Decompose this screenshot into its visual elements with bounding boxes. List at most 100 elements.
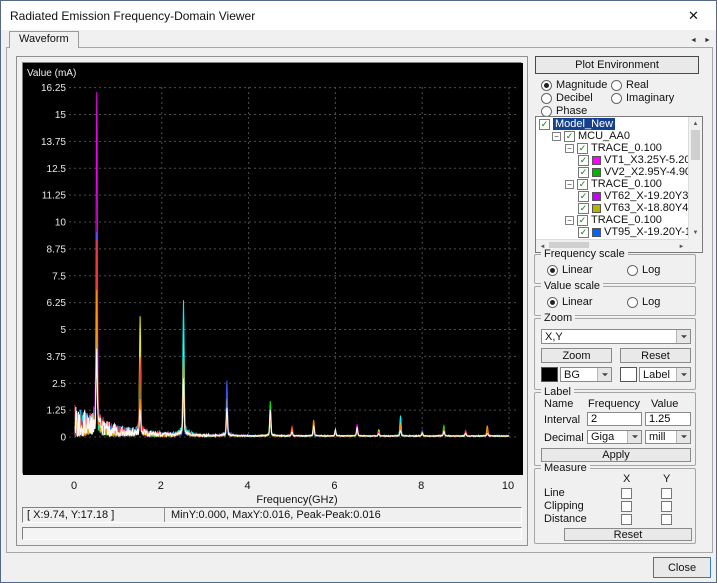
chevron-down-icon[interactable]	[597, 368, 611, 381]
value-scale-linear-radio[interactable]: Linear	[547, 296, 593, 308]
svg-text:12.5: 12.5	[47, 164, 67, 175]
tree-item-trace[interactable]: ✓ VT95_X-19.20Y-16	[536, 226, 688, 238]
tree-item-model[interactable]: ✓ Model_New	[536, 118, 688, 130]
radio-dot-icon	[611, 93, 622, 104]
dialog-window: Radiated Emission Frequency-Domain Viewe…	[0, 0, 717, 583]
zoom-mode-select[interactable]: X,Y	[541, 329, 691, 344]
frequency-scale-log-radio[interactable]: Log	[627, 264, 660, 276]
measure-distance-label: Distance	[544, 513, 587, 525]
measure-group: Measure X Y Line Clipping Distance Reset	[534, 468, 696, 544]
chevron-down-icon[interactable]	[676, 368, 690, 381]
radio-dot-icon	[547, 297, 558, 308]
bg-color-swatch[interactable]	[541, 367, 558, 382]
frequency-scale-legend: Frequency scale	[541, 248, 628, 260]
radio-dot-icon	[627, 265, 638, 276]
checkbox[interactable]: ✓	[539, 119, 550, 130]
close-button[interactable]: Close	[653, 557, 711, 578]
tab-scroll-left-button[interactable]: ◄	[687, 34, 700, 47]
measure-distance-y-checkbox[interactable]	[661, 514, 672, 525]
tree-item-trace-group[interactable]: − ✓ TRACE_0.100	[536, 178, 688, 190]
frequency-scale-linear-radio[interactable]: Linear	[547, 264, 593, 276]
measure-clipping-x-checkbox[interactable]	[621, 501, 632, 512]
label-target-select[interactable]: Label	[639, 367, 691, 382]
svg-text:11.25: 11.25	[42, 191, 67, 202]
radio-decibel[interactable]: Decibel	[541, 92, 593, 104]
svg-text:2.5: 2.5	[52, 379, 66, 390]
zoom-button[interactable]: Zoom	[541, 348, 612, 363]
spectrum-plot[interactable]: 16.251513.7512.511.25108.757.56.2553.752…	[23, 63, 523, 475]
radio-real[interactable]: Real	[611, 79, 649, 91]
checkbox[interactable]: ✓	[564, 131, 575, 142]
checkbox[interactable]: ✓	[577, 215, 588, 226]
svg-text:6.25: 6.25	[47, 298, 67, 309]
trace-color-swatch	[592, 168, 601, 177]
tree-item-trace[interactable]: ✓ VV2_X2.95Y-4.90	[536, 166, 688, 178]
chevron-down-icon[interactable]	[676, 330, 690, 343]
x-tick-label: 6	[331, 480, 337, 492]
measure-distance-x-checkbox[interactable]	[621, 514, 632, 525]
measure-reset-button[interactable]: Reset	[564, 528, 692, 541]
label-color-swatch[interactable]	[620, 367, 637, 382]
tab-waveform[interactable]: Waveform	[9, 31, 79, 48]
radio-magnitude[interactable]: Magnitude	[541, 79, 607, 91]
x-tick-label: 4	[245, 480, 251, 492]
display-mode-group: Magnitude Real Decibel Imaginary Phase	[535, 78, 707, 118]
tree-item-component[interactable]: − ✓ MCU_AA0	[536, 130, 688, 142]
scrollbar-thumb[interactable]	[691, 130, 700, 160]
arrow-left-icon: ◄	[690, 37, 697, 44]
tree-item-trace[interactable]: ✓ VT62_X-19.20Y3.6	[536, 190, 688, 202]
zoom-reset-button[interactable]: Reset	[620, 348, 691, 363]
checkbox[interactable]: ✓	[578, 227, 589, 238]
checkbox[interactable]: ✓	[578, 203, 589, 214]
plot-status-bar: [ X:9.74, Y:17.18 ] MinY:0.000, MaxY:0.0…	[22, 507, 522, 523]
decimal-value-select[interactable]: mill	[645, 430, 691, 444]
measure-clipping-y-checkbox[interactable]	[661, 501, 672, 512]
scroll-up-icon[interactable]: ▲	[689, 117, 702, 130]
tree-item-trace-group[interactable]: − ✓ TRACE_0.100	[536, 142, 688, 154]
svg-text:15: 15	[55, 110, 67, 121]
cursor-position-readout: [ X:9.74, Y:17.18 ]	[23, 508, 165, 522]
collapse-icon[interactable]: −	[565, 216, 574, 225]
scroll-right-icon[interactable]: ►	[675, 240, 688, 253]
collapse-icon[interactable]: −	[565, 180, 574, 189]
tree-item-trace[interactable]: ✓ VT1_X3.25Y-5.20	[536, 154, 688, 166]
tab-scroll-right-button[interactable]: ►	[701, 34, 714, 47]
decimal-frequency-select[interactable]: Giga	[587, 430, 642, 444]
checkbox[interactable]: ✓	[578, 191, 589, 202]
radio-imaginary[interactable]: Imaginary	[611, 92, 674, 104]
label-legend: Label	[541, 386, 574, 398]
x-axis-label: Frequency(GHz)	[212, 494, 382, 506]
scroll-down-icon[interactable]: ▼	[689, 226, 702, 239]
checkbox[interactable]: ✓	[578, 167, 589, 178]
collapse-icon[interactable]: −	[565, 144, 574, 153]
collapse-icon[interactable]: −	[552, 132, 561, 141]
bg-target-select[interactable]: BG	[560, 367, 612, 382]
checkbox[interactable]: ✓	[577, 179, 588, 190]
chevron-down-icon[interactable]	[627, 431, 641, 443]
svg-text:13.75: 13.75	[41, 137, 66, 148]
measure-line-x-checkbox[interactable]	[621, 488, 632, 499]
tree-vertical-scrollbar[interactable]: ▲ ▼	[688, 117, 702, 239]
tree-item-trace[interactable]: ✓ VT63_X-18.80Y4.0	[536, 202, 688, 214]
interval-frequency-input[interactable]	[587, 412, 642, 426]
x-tick-label: 8	[418, 480, 424, 492]
value-scale-log-radio[interactable]: Log	[627, 296, 660, 308]
checkbox[interactable]: ✓	[577, 143, 588, 154]
checkbox[interactable]: ✓	[578, 155, 589, 166]
chevron-down-icon[interactable]	[676, 431, 690, 443]
measure-col-y: Y	[663, 473, 670, 485]
svg-text:0: 0	[60, 433, 66, 444]
interval-value-input[interactable]	[645, 412, 691, 426]
tree-item-trace-group[interactable]: − ✓ TRACE_0.100	[536, 214, 688, 226]
x-tick-label: 10	[502, 480, 514, 492]
measure-line-y-checkbox[interactable]	[661, 488, 672, 499]
value-scale-legend: Value scale	[541, 280, 603, 292]
window-close-button[interactable]: ✕	[671, 1, 716, 30]
zoom-legend: Zoom	[541, 312, 575, 324]
plot-environment-button[interactable]: Plot Environment	[535, 56, 699, 74]
apply-button[interactable]: Apply	[541, 448, 691, 462]
radio-dot-icon	[541, 93, 552, 104]
title-bar[interactable]: Radiated Emission Frequency-Domain Viewe…	[1, 1, 716, 30]
plot-scrollbar-track[interactable]	[22, 527, 522, 540]
plot-area[interactable]: 16.251513.7512.511.25108.757.56.2553.752…	[22, 62, 522, 474]
